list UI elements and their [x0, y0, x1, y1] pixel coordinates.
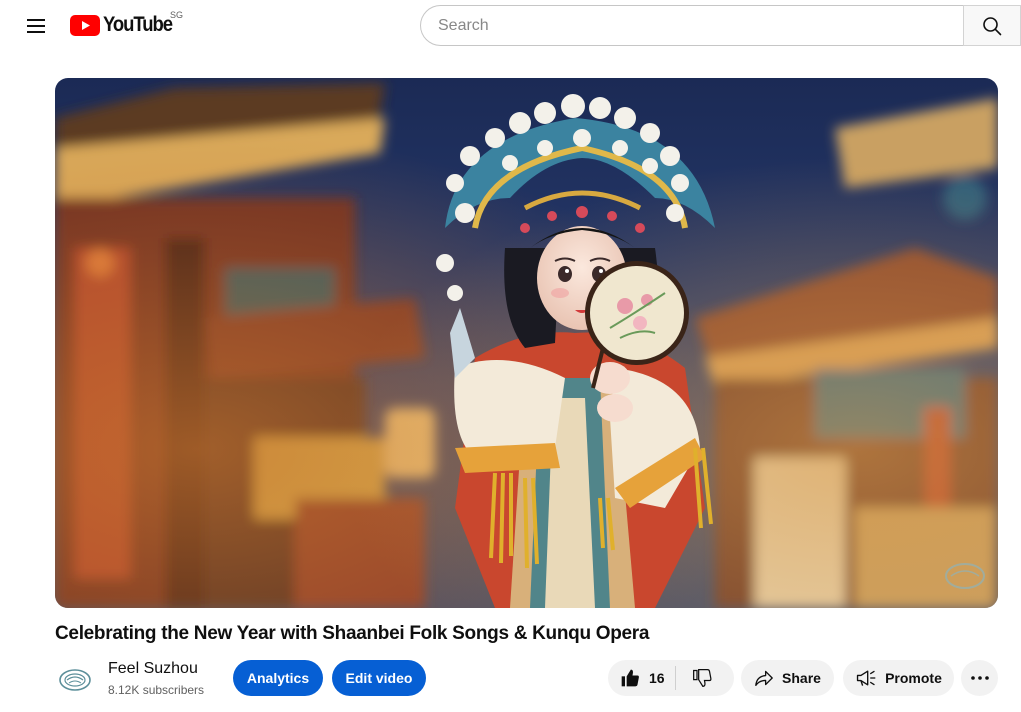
share-label: Share [782, 670, 821, 686]
menu-button[interactable] [18, 8, 54, 44]
channel-avatar[interactable] [55, 660, 95, 700]
like-count: 16 [649, 670, 665, 686]
menu-icon [27, 19, 45, 33]
edit-video-button[interactable]: Edit video [332, 660, 426, 696]
search-input[interactable]: Search [420, 5, 963, 46]
masthead: YouTube SG Search [0, 0, 1021, 52]
like-button[interactable]: 16 [608, 660, 675, 696]
analytics-button[interactable]: Analytics [233, 660, 323, 696]
promote-button[interactable]: Promote [843, 660, 954, 696]
share-button[interactable]: Share [741, 660, 834, 696]
youtube-logo-icon [70, 14, 100, 36]
video-thumbnail [55, 78, 998, 608]
thumbs-up-icon [621, 669, 639, 687]
video-player[interactable] [55, 78, 998, 608]
promote-label: Promote [885, 670, 942, 686]
dislike-button[interactable] [676, 660, 728, 696]
logo-text: YouTube [103, 13, 173, 36]
channel-logo-icon [59, 669, 91, 691]
youtube-logo[interactable]: YouTube [70, 12, 181, 38]
more-icon [970, 676, 989, 680]
share-icon [755, 670, 773, 687]
search-icon [983, 16, 1002, 35]
channel-name[interactable]: Feel Suzhou [108, 660, 198, 678]
search-button[interactable] [963, 5, 1021, 46]
search-bar: Search [420, 5, 1021, 46]
like-dislike-group: 16 [608, 660, 734, 696]
subscriber-count: 8.12K subscribers [108, 683, 205, 697]
more-actions-button[interactable] [961, 660, 998, 696]
country-code: SG [170, 10, 184, 20]
video-title: Celebrating the New Year with Shaanbei F… [55, 623, 650, 644]
thumbs-down-icon [692, 669, 712, 687]
promote-icon [856, 670, 876, 686]
